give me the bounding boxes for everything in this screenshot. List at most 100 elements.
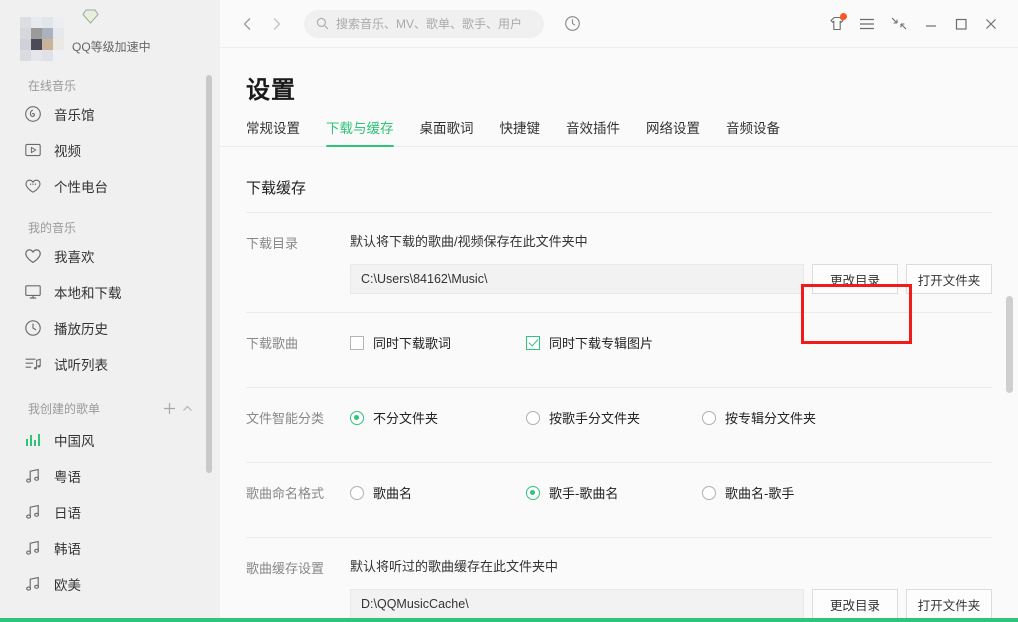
playlist-item-label: 欧美 (54, 574, 81, 594)
file-classify-option-按歌手分文件夹[interactable]: 按歌手分文件夹 (526, 408, 702, 427)
download-song-label: 下载歌曲 (246, 331, 350, 352)
sidebar-item-label: 音乐馆 (54, 104, 95, 124)
skin-shirt-icon[interactable] (822, 9, 852, 39)
radio-label: 按专辑分文件夹 (725, 408, 816, 427)
cache-dir-open-button[interactable]: 打开文件夹 (906, 589, 992, 619)
sidebar-item-个性电台[interactable]: 个性电台 (0, 168, 220, 204)
playlist-item-label: 韩语 (54, 538, 81, 558)
content-scrollbar[interactable] (1006, 296, 1013, 393)
sidebar-item-本地和下载[interactable]: 本地和下载 (0, 274, 220, 310)
download-dir-input[interactable] (350, 264, 804, 294)
playlist-item-label: 中国风 (54, 430, 95, 450)
checkbox-icon[interactable] (350, 336, 364, 350)
file-classify-option-不分文件夹[interactable]: 不分文件夹 (350, 408, 526, 427)
tab-快捷键[interactable]: 快捷键 (500, 117, 541, 146)
file-classify-body: 不分文件夹 按歌手分文件夹 按专辑分文件夹 (350, 406, 992, 427)
sidebar-item-视频[interactable]: 视频 (0, 132, 220, 168)
sidebar-item-label: 本地和下载 (54, 282, 122, 302)
avatar-tile (42, 28, 53, 39)
radio-icon[interactable] (702, 411, 716, 425)
avatar[interactable] (20, 17, 64, 61)
download-dir-row: 下载目录 默认将下载的歌曲/视频保存在此文件夹中 更改目录 打开文件夹 (246, 213, 992, 294)
playlist-item-日语[interactable]: 日语 (0, 494, 220, 530)
minimize-icon[interactable] (916, 9, 946, 39)
naming-format-body: 歌曲名 歌手-歌曲名歌曲名-歌手 (350, 481, 992, 502)
section-heading: 下载缓存 (246, 147, 992, 213)
checkbox-option-同时下载专辑图片[interactable]: 同时下载专辑图片 (526, 333, 653, 352)
tab-音效插件[interactable]: 音效插件 (566, 117, 620, 146)
radio-icon[interactable] (350, 486, 364, 500)
radio-label: 不分文件夹 (373, 408, 438, 427)
download-dir-change-button[interactable]: 更改目录 (812, 264, 898, 294)
search-input[interactable] (336, 17, 532, 31)
close-icon[interactable] (976, 9, 1006, 39)
playlist-item-韩语[interactable]: 韩语 (0, 530, 220, 566)
cache-path-line: 更改目录 打开文件夹 (350, 589, 992, 619)
cache-setting-body: 默认将听过的歌曲缓存在此文件夹中 更改目录 打开文件夹 (350, 556, 992, 619)
search-box[interactable] (304, 10, 544, 38)
sidebar-item-label: 视频 (54, 140, 81, 160)
file-classify-option-按专辑分文件夹[interactable]: 按专辑分文件夹 (702, 408, 816, 427)
sidebar-item-我喜欢[interactable]: 我喜欢 (0, 238, 220, 274)
clock-icon (24, 319, 42, 337)
sidebar-item-音乐馆[interactable]: 音乐馆 (0, 96, 220, 132)
radio-icon[interactable] (526, 486, 540, 500)
sidebar-item-播放历史[interactable]: 播放历史 (0, 310, 220, 346)
playlist-item-中国风[interactable]: 中国风 (0, 422, 220, 458)
tab-网络设置[interactable]: 网络设置 (646, 117, 700, 146)
avatar-tile (20, 28, 31, 39)
bottom-accent-bar (0, 618, 1018, 622)
naming-format-option-歌曲名-歌手[interactable]: 歌曲名-歌手 (702, 483, 794, 502)
download-dir-desc: 默认将下载的歌曲/视频保存在此文件夹中 (350, 231, 992, 250)
playlist-item-粤语[interactable]: 粤语 (0, 458, 220, 494)
avatar-tile (42, 50, 53, 61)
nav-group-title: 在线音乐 (0, 76, 220, 96)
checkbox-icon[interactable] (526, 336, 540, 350)
playlist-item-欧美[interactable]: 欧美 (0, 566, 220, 602)
chevron-up-icon[interactable] (178, 399, 196, 417)
tab-桌面歌词[interactable]: 桌面歌词 (420, 117, 474, 146)
playlist-section-header: 我创建的歌单 (0, 394, 220, 422)
hamburger-menu-icon[interactable] (852, 9, 882, 39)
cache-setting-row: 歌曲缓存设置 默认将听过的歌曲缓存在此文件夹中 更改目录 打开文件夹 (246, 538, 992, 619)
naming-format-option-歌手-歌曲名[interactable]: 歌手-歌曲名 (526, 483, 702, 502)
tab-常规设置[interactable]: 常规设置 (246, 117, 300, 146)
cache-dir-input[interactable] (350, 589, 804, 619)
chevron-left-icon[interactable] (234, 10, 262, 38)
avatar-tile (53, 39, 64, 50)
user-profile[interactable]: QQ等级加速中 (0, 0, 220, 62)
maximize-icon[interactable] (946, 9, 976, 39)
avatar-tile (20, 50, 31, 61)
cache-setting-label: 歌曲缓存设置 (246, 556, 350, 577)
music-note-icon (24, 575, 42, 593)
radio-icon[interactable] (526, 411, 540, 425)
cache-dir-change-button[interactable]: 更改目录 (812, 589, 898, 619)
avatar-tile (31, 39, 42, 50)
chevron-right-icon[interactable] (262, 10, 290, 38)
avatar-tile (20, 17, 31, 28)
music-note-icon (24, 467, 42, 485)
radio-icon[interactable] (702, 486, 716, 500)
download-cache-section: 下载缓存 下载目录 默认将下载的歌曲/视频保存在此文件夹中 更改目录 打开文件夹 (220, 147, 1018, 619)
download-dir-path-line: 更改目录 打开文件夹 (350, 264, 992, 294)
download-dir-open-button[interactable]: 打开文件夹 (906, 264, 992, 294)
checkbox-label: 同时下载专辑图片 (549, 333, 653, 352)
checkbox-option-同时下载歌词[interactable]: 同时下载歌词 (350, 333, 526, 352)
settings-page: 设置 常规设置下载与缓存桌面歌词快捷键音效插件网络设置音频设备 下载缓存 下载目… (220, 48, 1018, 622)
avatar-tile (53, 50, 64, 61)
plus-icon[interactable] (160, 399, 178, 417)
sidebar-item-试听列表[interactable]: 试听列表 (0, 346, 220, 382)
avatar-tile (31, 50, 42, 61)
history-clock-icon[interactable] (558, 10, 586, 38)
notification-badge (840, 13, 847, 20)
settings-tabs: 常规设置下载与缓存桌面歌词快捷键音效插件网络设置音频设备 (220, 105, 1018, 147)
sidebar-scrollbar[interactable] (206, 75, 212, 473)
tab-下载与缓存[interactable]: 下载与缓存 (326, 117, 394, 146)
radio-label: 歌曲名 (373, 483, 412, 502)
naming-format-option-歌曲名[interactable]: 歌曲名 (350, 483, 526, 502)
playlist-section-title: 我创建的歌单 (28, 400, 160, 417)
mini-mode-icon[interactable] (882, 9, 916, 39)
avatar-tile (31, 17, 42, 28)
tab-音频设备[interactable]: 音频设备 (726, 117, 780, 146)
radio-icon[interactable] (350, 411, 364, 425)
